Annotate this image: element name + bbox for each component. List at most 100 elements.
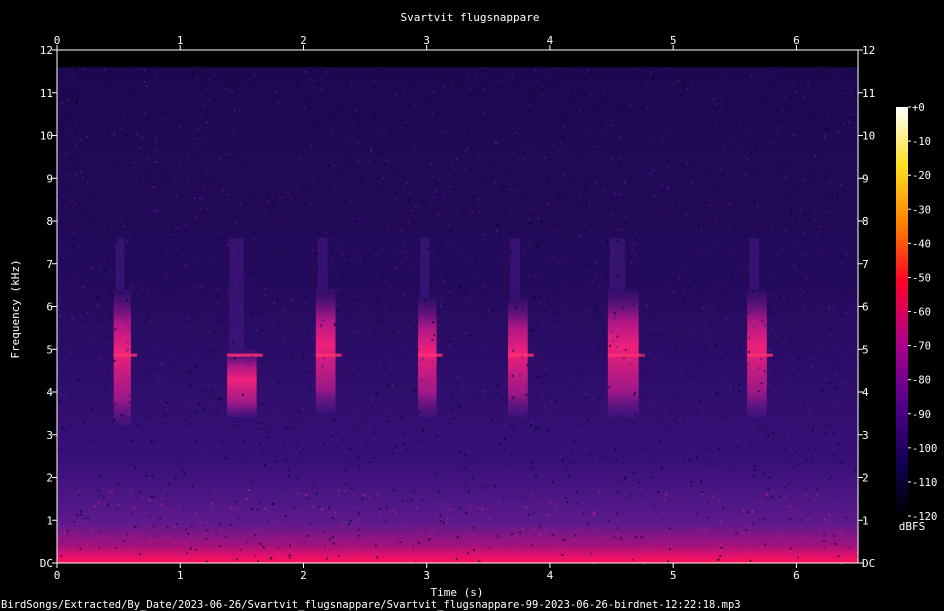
noise-speck (411, 209, 414, 212)
noise-speck (320, 88, 322, 91)
noise-speck (531, 461, 533, 464)
noise-speck (247, 283, 250, 286)
noise-speck (74, 128, 77, 131)
noise-speck (158, 290, 161, 293)
noise-speck (80, 281, 83, 284)
y-tick-label-right: 1 (862, 514, 869, 527)
noise-speck (533, 69, 536, 72)
noise-speck (483, 88, 486, 91)
noise-speck (88, 219, 91, 222)
call-harmonic (113, 353, 137, 357)
noise-speck (363, 255, 366, 258)
noise-speck (598, 286, 601, 289)
noise-speck (163, 412, 166, 415)
noise-speck (546, 203, 549, 206)
noise-speck (407, 221, 410, 224)
noise-speck (395, 170, 398, 173)
noise-speck (668, 242, 671, 245)
noise-speck (503, 448, 506, 451)
noise-speck (239, 460, 242, 463)
noise-speck (235, 500, 238, 503)
noise-speck (113, 131, 116, 134)
noise-speck (527, 243, 530, 246)
noise-speck (192, 72, 195, 75)
noise-speck (448, 423, 450, 425)
noise-speck (707, 98, 710, 101)
noise-speck (803, 231, 805, 234)
noise-speck (635, 231, 637, 234)
noise-speck (252, 191, 255, 194)
noise-speck (622, 479, 625, 482)
noise-speck (180, 470, 183, 472)
noise-speck (401, 500, 404, 502)
noise-speck (91, 217, 94, 220)
noise-speck (697, 443, 700, 446)
noise-speck (635, 536, 638, 539)
noise-speck (315, 492, 318, 495)
noise-speck (765, 493, 768, 496)
colorbar-tick-label: -40 (912, 238, 931, 250)
noise-speck (165, 437, 168, 440)
noise-speck (607, 180, 610, 183)
noise-speck (99, 231, 102, 234)
noise-speck (769, 142, 772, 145)
noise-speck (777, 329, 780, 332)
noise-speck (585, 127, 588, 130)
noise-speck (154, 186, 157, 189)
noise-speck (563, 539, 566, 541)
noise-speck (441, 300, 444, 303)
noise-speck (266, 431, 269, 434)
noise-speck (514, 205, 516, 208)
noise-speck (592, 397, 595, 400)
noise-speck (179, 419, 181, 422)
noise-speck (67, 279, 70, 282)
noise-speck (166, 471, 168, 474)
noise-speck (560, 113, 563, 115)
noise-speck (76, 102, 79, 105)
noise-speck (194, 406, 197, 409)
noise-speck (610, 157, 613, 160)
noise-speck (789, 324, 792, 327)
noise-speck (631, 248, 634, 251)
noise-speck (185, 434, 188, 437)
noise-speck (302, 186, 304, 188)
noise-speck (749, 307, 752, 310)
noise-speck (554, 164, 557, 167)
noise-speck (510, 481, 513, 484)
noise-speck (590, 70, 593, 73)
noise-speck (133, 506, 136, 509)
noise-speck (721, 431, 724, 434)
noise-speck (686, 135, 689, 138)
noise-speck (836, 131, 839, 133)
noise-speck (827, 116, 830, 119)
noise-speck (440, 520, 443, 523)
noise-speck (187, 305, 189, 307)
noise-speck (117, 503, 120, 506)
noise-speck (219, 321, 222, 324)
noise-speck (684, 269, 687, 272)
noise-speck (695, 190, 698, 193)
noise-speck (665, 161, 668, 164)
noise-speck (316, 289, 319, 292)
noise-speck (251, 508, 254, 511)
y-tick-label-right: 2 (862, 472, 869, 485)
noise-speck (272, 204, 275, 207)
noise-speck (285, 426, 288, 429)
noise-speck (144, 290, 147, 292)
noise-speck (273, 301, 276, 304)
noise-speck (334, 230, 337, 233)
noise-speck (665, 472, 667, 475)
noise-speck (199, 521, 202, 524)
noise-speck (275, 90, 278, 93)
noise-speck (579, 94, 582, 97)
noise-speck (227, 144, 230, 147)
noise-speck (312, 86, 315, 89)
noise-speck (716, 211, 719, 214)
noise-speck (821, 389, 824, 392)
noise-speck (668, 548, 671, 551)
noise-speck (721, 97, 723, 100)
noise-speck (166, 399, 169, 402)
noise-speck (469, 185, 472, 188)
noise-speck (400, 417, 403, 420)
noise-speck (796, 134, 798, 137)
